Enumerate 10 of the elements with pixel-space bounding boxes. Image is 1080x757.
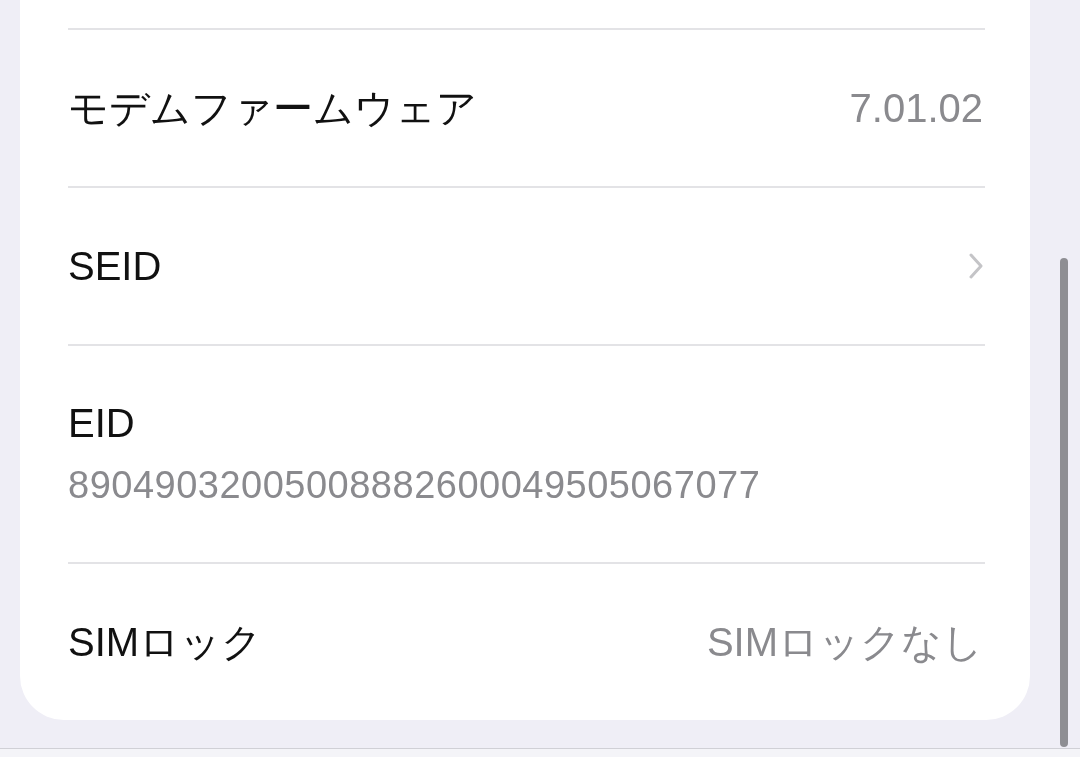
settings-row[interactable]: SEID <box>20 188 1030 344</box>
row-label: モデムファームウェア <box>68 84 477 132</box>
row-value: 7.01.02 <box>849 85 983 131</box>
row-label: SEID <box>68 243 162 289</box>
row-label: EID <box>68 401 135 446</box>
row-value: 89049032005008882600049505067077 <box>68 464 761 507</box>
chevron-icon <box>969 253 983 279</box>
scrollbar[interactable] <box>1060 258 1068 747</box>
row-value: SIMロックなし <box>706 618 983 666</box>
row-label: SIMロック <box>68 618 263 666</box>
